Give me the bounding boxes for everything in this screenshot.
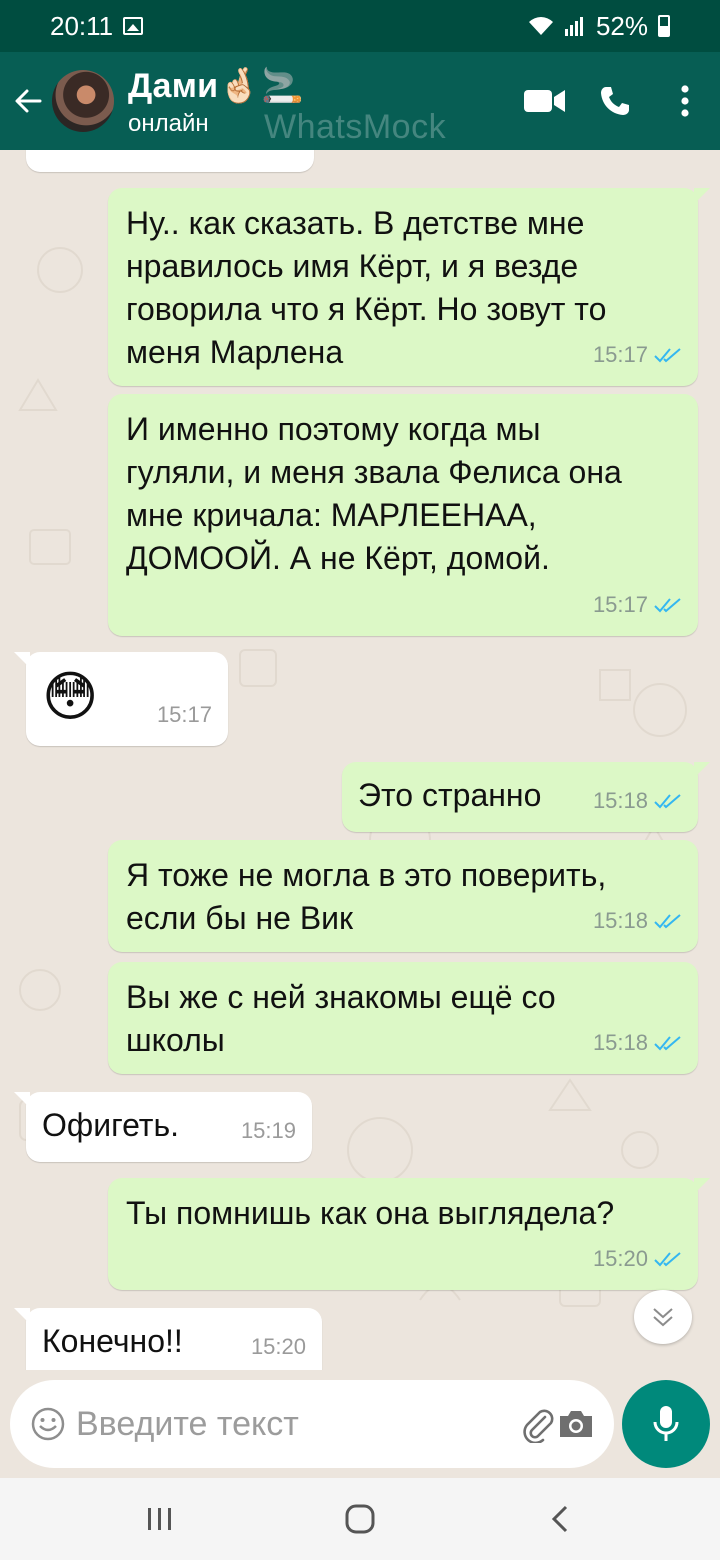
message-bubble-incoming[interactable]: 😳 15:17 — [14, 652, 228, 746]
double-chevron-down-icon — [653, 1308, 673, 1327]
recent-apps-icon — [148, 1508, 171, 1530]
back-button[interactable] — [0, 52, 56, 150]
back-arrow-icon — [15, 89, 42, 113]
contact-name: Дами🤞🏻🚬 — [128, 67, 304, 105]
contact-status: онлайн — [128, 110, 209, 137]
back-chevron-icon — [551, 1505, 568, 1533]
status-bar: 20:11 52% — [0, 0, 720, 52]
video-call-icon — [524, 90, 565, 112]
microphone-icon — [653, 1406, 679, 1441]
scroll-down-button[interactable] — [634, 1290, 692, 1344]
battery-icon — [658, 15, 670, 37]
message-bubble-outgoing[interactable]: Это странно 15:18 — [342, 762, 710, 832]
message-time: 15:18 — [592, 788, 648, 813]
message-text: Вы же с ней знакомы ещё со школы — [126, 979, 556, 1058]
message-bubble-incoming[interactable]: Офигеть. 15:19 — [14, 1092, 312, 1162]
voice-call-button[interactable] — [580, 52, 650, 150]
message-bubble-outgoing[interactable]: И именно поэтому когда мы гуляли, и меня… — [108, 394, 698, 636]
voice-call-icon — [601, 87, 629, 115]
avatar[interactable] — [52, 70, 114, 132]
message-bubble-outgoing[interactable]: Ты помнишь как она выглядела? 15:20 — [108, 1178, 710, 1290]
message-bubble-outgoing[interactable]: Вы же с ней знакомы ещё со школы 15:18 — [108, 962, 698, 1074]
message-time: 15:18 — [592, 908, 648, 933]
message-time: 15:17 — [592, 342, 648, 367]
message-text: Ну.. как сказать. В детстве мне нравилос… — [126, 205, 607, 370]
camera-button[interactable] — [557, 1394, 595, 1454]
clock: 20:11 — [50, 10, 114, 41]
read-ticks-icon — [654, 1035, 681, 1050]
home-button[interactable] — [320, 1489, 400, 1549]
read-ticks-icon — [654, 597, 681, 612]
message-composer — [10, 1380, 614, 1468]
back-nav-button[interactable] — [520, 1489, 600, 1549]
signal-icon — [564, 17, 583, 36]
message-time: 15:20 — [592, 1246, 648, 1271]
read-ticks-icon — [654, 347, 681, 362]
contact-info[interactable]: Дами🤞🏻🚬 онлайн WhatsMock — [128, 52, 510, 150]
message-bubble-partial[interactable]: 15:16 — [26, 150, 314, 172]
home-icon — [345, 1504, 375, 1534]
message-text: Ты помнишь как она выглядела? — [126, 1195, 615, 1231]
paperclip-icon — [523, 1409, 554, 1443]
read-ticks-icon — [654, 1251, 681, 1266]
message-bubble-outgoing[interactable]: Ну.. как сказать. В детстве мне нравилос… — [108, 188, 710, 386]
emoji-button[interactable] — [30, 1404, 66, 1444]
voice-message-button[interactable] — [622, 1380, 710, 1468]
video-call-button[interactable] — [510, 52, 580, 150]
read-ticks-icon — [654, 913, 681, 928]
message-time: 15:18 — [592, 1030, 648, 1055]
more-options-button[interactable] — [650, 52, 720, 150]
message-time: 15:16 — [243, 150, 298, 162]
message-bubble-outgoing[interactable]: Я тоже не могла в это поверить, если бы … — [108, 840, 698, 952]
message-time: 15:20 — [250, 1334, 306, 1359]
more-options-icon — [681, 85, 689, 117]
chat-area[interactable]: 15:16 Ну.. как сказать. В детстве мне нр… — [0, 150, 720, 1370]
wifi-icon — [528, 17, 553, 35]
read-ticks-icon — [654, 793, 681, 808]
recent-apps-button[interactable] — [120, 1489, 200, 1549]
message-time: 15:17 — [592, 592, 648, 617]
chat-header: Дами🤞🏻🚬 онлайн WhatsMock — [0, 52, 720, 150]
message-text: И именно поэтому когда мы гуляли, и меня… — [126, 411, 622, 576]
battery-percent: 52% — [595, 10, 648, 41]
message-bubble-incoming[interactable]: Конечно!! 15:20 — [14, 1308, 322, 1370]
message-time: 15:19 — [240, 1118, 296, 1143]
gallery-icon — [123, 17, 144, 35]
message-time: 15:17 — [156, 702, 212, 727]
system-navigation-bar — [0, 1478, 720, 1560]
message-text: Я тоже не могла в это поверить, если бы … — [126, 857, 607, 936]
attach-button[interactable] — [519, 1394, 557, 1454]
camera-icon — [560, 1411, 592, 1437]
watermark: WhatsMock — [264, 108, 447, 146]
message-input[interactable] — [76, 1404, 519, 1444]
emoji-icon — [31, 1407, 65, 1441]
